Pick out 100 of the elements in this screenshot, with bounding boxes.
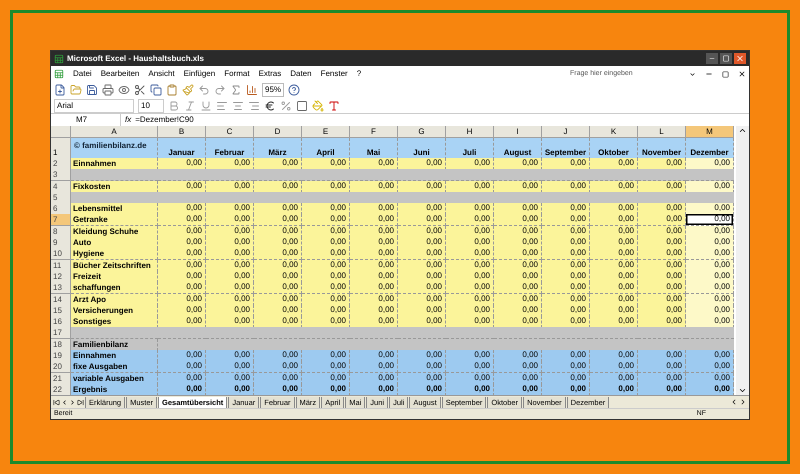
table-cell: 0,00 [638, 304, 686, 317]
table-cell: 0,00 [446, 203, 494, 216]
restore-icon[interactable] [722, 70, 729, 78]
menu-item[interactable]: Extras [258, 68, 282, 80]
next-sheet-icon[interactable] [69, 398, 76, 406]
first-sheet-icon[interactable] [53, 398, 60, 406]
bold-icon[interactable] [168, 100, 180, 112]
clipboard-icon[interactable] [166, 84, 178, 96]
table-cell: 0,00 [254, 248, 302, 260]
table-cell: 0,00 [686, 350, 734, 362]
vertical-scrollbar[interactable] [736, 126, 749, 396]
menu-item[interactable]: Einfügen [184, 68, 216, 80]
column-header[interactable]: D [254, 126, 302, 138]
scroll-left-icon[interactable] [730, 398, 738, 406]
column-header[interactable]: F [350, 126, 398, 138]
table-cell: 0,00 [590, 158, 638, 170]
column-header[interactable]: B [158, 126, 206, 138]
table-cell: 0,00 [206, 372, 254, 385]
table-cell: 0,00 [158, 361, 206, 374]
percent-icon[interactable] [280, 100, 292, 112]
italic-icon[interactable] [184, 100, 196, 112]
chart-icon[interactable] [246, 84, 258, 96]
table-cell: 0,00 [686, 304, 734, 317]
redo-icon[interactable] [214, 84, 226, 96]
close-button[interactable] [734, 53, 746, 64]
column-header[interactable]: I [494, 126, 542, 138]
euro-icon[interactable] [264, 100, 276, 112]
column-header[interactable]: E [302, 126, 350, 138]
border-icon[interactable] [296, 100, 308, 112]
align-center-icon[interactable] [232, 100, 244, 112]
printer-icon[interactable] [102, 84, 114, 96]
menu-item[interactable]: ? [356, 68, 362, 80]
table-cell: 0,00 [542, 158, 590, 170]
new-file-icon[interactable] [54, 84, 66, 96]
menu-item[interactable]: Datei [73, 68, 92, 80]
table-cell: 0,00 [590, 282, 638, 294]
scroll-up-icon[interactable] [738, 126, 747, 135]
row-header: 10 [51, 248, 71, 260]
column-header[interactable]: K [590, 126, 638, 138]
sum-icon[interactable] [230, 84, 242, 96]
menu-item[interactable]: Fenster [320, 68, 348, 80]
table-cell: 0,00 [254, 372, 302, 385]
column-header[interactable]: G [398, 126, 446, 138]
table-cell: 0,00 [398, 270, 446, 283]
table-cell: 0,00 [398, 158, 446, 170]
zoom-field[interactable]: 95% [262, 83, 284, 97]
scroll-right-icon[interactable] [739, 398, 747, 406]
column-header[interactable]: M [686, 126, 734, 138]
table-cell: 0,00 [206, 158, 254, 170]
table-cell: März [254, 138, 302, 160]
menu-item[interactable]: Ansicht [148, 68, 175, 80]
menu-item[interactable]: Format [224, 68, 250, 80]
table-cell: 0,00 [638, 361, 686, 374]
column-header[interactable]: J [542, 126, 590, 138]
table-cell: 0,00 [542, 214, 590, 226]
table-cell: 0,00 [302, 248, 350, 260]
font-size-field[interactable]: 10 [138, 98, 164, 112]
fill-color-icon[interactable] [312, 100, 324, 112]
align-right-icon[interactable] [248, 100, 260, 112]
table-cell: 0,00 [398, 214, 446, 226]
table-cell: 0,00 [590, 180, 638, 193]
table-cell: 0,00 [590, 316, 638, 328]
table-cell: 0,00 [350, 180, 398, 193]
table-cell: 0,00 [686, 214, 734, 226]
scissors-icon[interactable] [134, 84, 146, 96]
table-cell: 0,00 [638, 158, 686, 170]
column-header[interactable]: H [446, 126, 494, 138]
close-icon[interactable] [738, 70, 746, 78]
copy-icon[interactable] [150, 84, 162, 96]
table-cell: 0,00 [206, 180, 254, 193]
table-cell: November [638, 138, 686, 160]
underline-icon[interactable] [200, 100, 212, 112]
help-icon[interactable] [288, 84, 300, 96]
maximize-button[interactable] [720, 53, 732, 64]
preview-icon[interactable] [118, 84, 130, 96]
column-header[interactable]: C [206, 126, 254, 138]
table-cell: 0,00 [350, 260, 398, 272]
font-field[interactable]: Arial [54, 98, 134, 112]
table-cell: 0,00 [686, 316, 734, 328]
formula-field[interactable]: =Dezember!C90 [135, 114, 749, 126]
previous-sheet-icon[interactable] [61, 398, 68, 406]
dropdown-icon[interactable] [689, 70, 696, 78]
undo-icon[interactable] [198, 84, 210, 96]
last-sheet-icon[interactable] [77, 398, 84, 406]
table-cell: 0,00 [158, 270, 206, 283]
align-left-icon[interactable] [216, 100, 228, 112]
font-color-icon[interactable] [328, 100, 340, 112]
table-cell: Auto [71, 237, 158, 250]
table-cell: 0,00 [686, 180, 734, 193]
minimize-button[interactable] [706, 53, 718, 64]
table-cell: 0,00 [542, 361, 590, 374]
save-icon[interactable] [86, 84, 98, 96]
menu-item[interactable]: Daten [290, 68, 312, 80]
column-header[interactable]: A [71, 126, 158, 138]
menu-item[interactable]: Bearbeiten [100, 68, 140, 80]
column-header[interactable]: L [638, 126, 686, 138]
table-cell: 0,00 [446, 158, 494, 170]
table-cell: 0,00 [638, 372, 686, 385]
table-cell: 0,00 [350, 158, 398, 170]
table-cell: 0,00 [542, 372, 590, 385]
